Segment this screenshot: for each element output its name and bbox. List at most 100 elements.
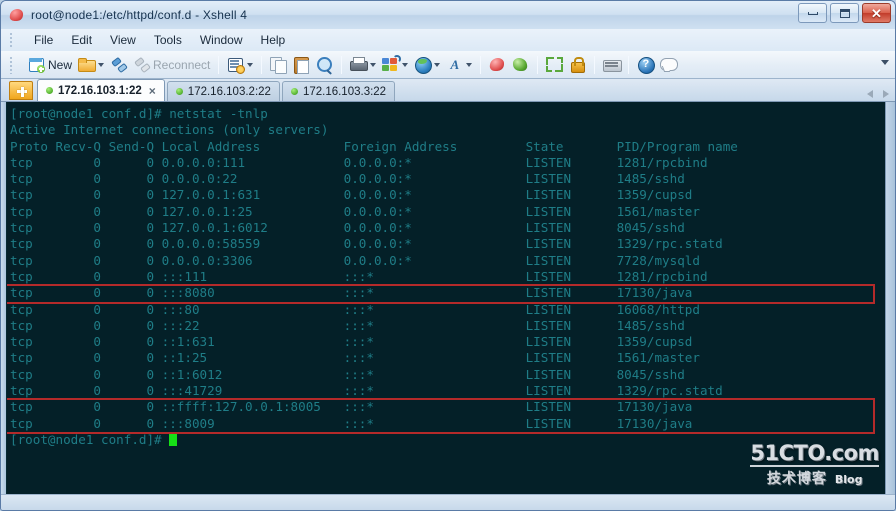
chevron-down-icon[interactable] xyxy=(434,62,441,67)
terminal-line: tcp 0 0 :::8080 :::* LISTEN 17130/java xyxy=(10,285,693,301)
tab-bar: 172.16.103.1:22 × 172.16.103.2:22 172.16… xyxy=(1,79,895,102)
tab-status-dot-icon xyxy=(175,88,183,95)
printer-icon xyxy=(350,56,369,73)
chevron-down-icon[interactable] xyxy=(247,62,254,67)
new-session-icon xyxy=(28,56,45,73)
chevron-down-icon[interactable] xyxy=(370,62,377,67)
terminal-line: tcp 0 0 :::111 :::* LISTEN 1281/rpcbind xyxy=(10,268,708,284)
xshell-window: root@node1:/etc/httpd/conf.d - Xshell 4 … xyxy=(0,0,896,511)
chat-button[interactable] xyxy=(657,53,680,77)
terminal-line: tcp 0 0 127.0.0.1:631 0.0.0.0:* LISTEN 1… xyxy=(10,187,693,203)
xftp-button[interactable] xyxy=(509,53,532,77)
open-session-button[interactable] xyxy=(75,53,107,77)
tab-scroll-controls xyxy=(867,90,889,98)
toolbar-drag-grip[interactable] xyxy=(9,56,13,74)
menu-window[interactable]: Window xyxy=(191,31,252,49)
tab-172-16-103-3-22[interactable]: 172.16.103.3:22 xyxy=(281,81,396,101)
reconnect-label: Reconnect xyxy=(153,57,211,72)
window-controls: ✕ xyxy=(798,3,891,23)
new-session-button[interactable]: New xyxy=(25,53,75,77)
layout-arrange-icon xyxy=(382,55,402,73)
close-icon: ✕ xyxy=(871,5,882,21)
xshell-button[interactable] xyxy=(486,53,509,77)
plug-connect-icon xyxy=(110,56,127,73)
tab-label: 172.16.103.2:22 xyxy=(187,85,271,98)
xshell-icon xyxy=(489,56,506,73)
tab-scroll-left-icon[interactable] xyxy=(867,90,873,98)
terminal-line: tcp 0 0 :::22 :::* LISTEN 1485/sshd xyxy=(10,317,685,333)
fullscreen-button[interactable] xyxy=(543,53,566,77)
maximize-button[interactable] xyxy=(830,3,859,23)
toolbar-overflow-chevron-icon[interactable] xyxy=(881,60,889,65)
tab-label: 172.16.103.3:22 xyxy=(302,85,387,98)
lock-icon xyxy=(569,56,586,73)
watermark-blog: Blog xyxy=(834,473,863,486)
status-bar xyxy=(1,494,895,510)
toolbar-separator xyxy=(261,55,263,74)
maximize-icon xyxy=(839,8,850,18)
terminal-line: [root@node1 conf.d]# netstat -tnlp xyxy=(10,106,268,121)
toolbar-separator xyxy=(218,55,220,74)
watermark: 51CTO.com 技术博客 Blog xyxy=(750,442,879,488)
chevron-down-icon[interactable] xyxy=(98,62,105,67)
menu-edit[interactable]: Edit xyxy=(62,31,101,49)
menu-drag-grip[interactable] xyxy=(9,32,13,48)
terminal-line: tcp 0 0 ::ffff:127.0.0.1:8005 :::* LISTE… xyxy=(10,399,693,415)
properties-button[interactable] xyxy=(224,53,256,77)
terminal-line: tcp 0 0 ::1:25 :::* LISTEN 1561/master xyxy=(10,350,700,366)
terminal-line: tcp 0 0 127.0.0.1:25 0.0.0.0:* LISTEN 15… xyxy=(10,203,700,219)
title-bar: root@node1:/etc/httpd/conf.d - Xshell 4 … xyxy=(1,1,895,29)
menu-help[interactable]: Help xyxy=(252,31,295,49)
terminal-line: tcp 0 0 0.0.0.0:58559 0.0.0.0:* LISTEN 1… xyxy=(10,236,723,252)
terminal-area: [root@node1 conf.d]# netstat -tnlp Active… xyxy=(1,102,895,494)
close-button[interactable]: ✕ xyxy=(862,3,891,23)
folder-open-icon xyxy=(78,56,97,73)
font-icon: A xyxy=(450,57,460,72)
connect-button[interactable] xyxy=(107,53,130,77)
toolbar-separator xyxy=(480,55,482,74)
terminal-cursor xyxy=(169,432,178,446)
globe-icon xyxy=(414,56,433,74)
reconnect-button: Reconnect xyxy=(130,53,213,77)
toolbar: New Reconnect A ? xyxy=(1,51,895,79)
menu-view[interactable]: View xyxy=(101,31,145,49)
menu-file[interactable]: File xyxy=(25,31,62,49)
terminal-line: tcp 0 0 :::41729 :::* LISTEN 1329/rpc.st… xyxy=(10,383,723,399)
tab-172-16-103-2-22[interactable]: 172.16.103.2:22 xyxy=(166,81,280,101)
tab-172-16-103-1-22[interactable]: 172.16.103.1:22 × xyxy=(37,79,165,101)
layout-button[interactable] xyxy=(379,53,411,77)
chevron-down-icon[interactable] xyxy=(402,62,409,67)
menu-bar: File Edit View Tools Window Help xyxy=(1,29,895,51)
chevron-down-icon[interactable] xyxy=(466,62,473,67)
terminal-line: Active Internet connections (only server… xyxy=(10,122,329,138)
lock-button[interactable] xyxy=(566,53,589,77)
minimize-icon xyxy=(807,11,818,15)
print-button[interactable] xyxy=(347,53,379,77)
toolbar-separator xyxy=(537,55,539,74)
xshell-logo-icon xyxy=(9,7,25,23)
find-button[interactable] xyxy=(313,53,336,77)
font-button[interactable]: A xyxy=(443,53,475,77)
terminal-line: tcp 0 0 ::1:6012 :::* LISTEN 8045/sshd xyxy=(10,366,685,382)
tab-scroll-right-icon[interactable] xyxy=(883,90,889,98)
terminal-line: tcp 0 0 ::1:631 :::* LISTEN 1359/cupsd xyxy=(10,334,693,350)
terminal-line: tcp 0 0 :::8009 :::* LISTEN 17130/java xyxy=(10,415,693,431)
help-button[interactable]: ? xyxy=(634,53,657,77)
terminal-line: tcp 0 0 127.0.0.1:6012 0.0.0.0:* LISTEN … xyxy=(10,220,685,236)
toolbar-separator xyxy=(594,55,596,74)
watermark-main: 51CTO.com xyxy=(750,441,879,465)
terminal-line: tcp 0 0 0.0.0.0:3306 0.0.0.0:* LISTEN 77… xyxy=(10,252,700,268)
terminal-line: Proto Recv-Q Send-Q Local Address Foreig… xyxy=(10,138,738,154)
menu-tools[interactable]: Tools xyxy=(145,31,191,49)
tab-close-icon[interactable]: × xyxy=(149,85,156,97)
new-tab-button[interactable] xyxy=(9,81,33,100)
terminal-output[interactable]: [root@node1 conf.d]# netstat -tnlp Active… xyxy=(7,102,885,494)
transfer-button[interactable] xyxy=(411,53,443,77)
keyboard-button[interactable] xyxy=(600,53,623,77)
paste-button[interactable] xyxy=(290,53,313,77)
paste-icon xyxy=(293,56,310,74)
terminal-scrollbar[interactable] xyxy=(885,102,895,494)
xftp-icon xyxy=(512,56,529,73)
minimize-button[interactable] xyxy=(798,3,827,23)
fullscreen-icon xyxy=(546,56,564,73)
